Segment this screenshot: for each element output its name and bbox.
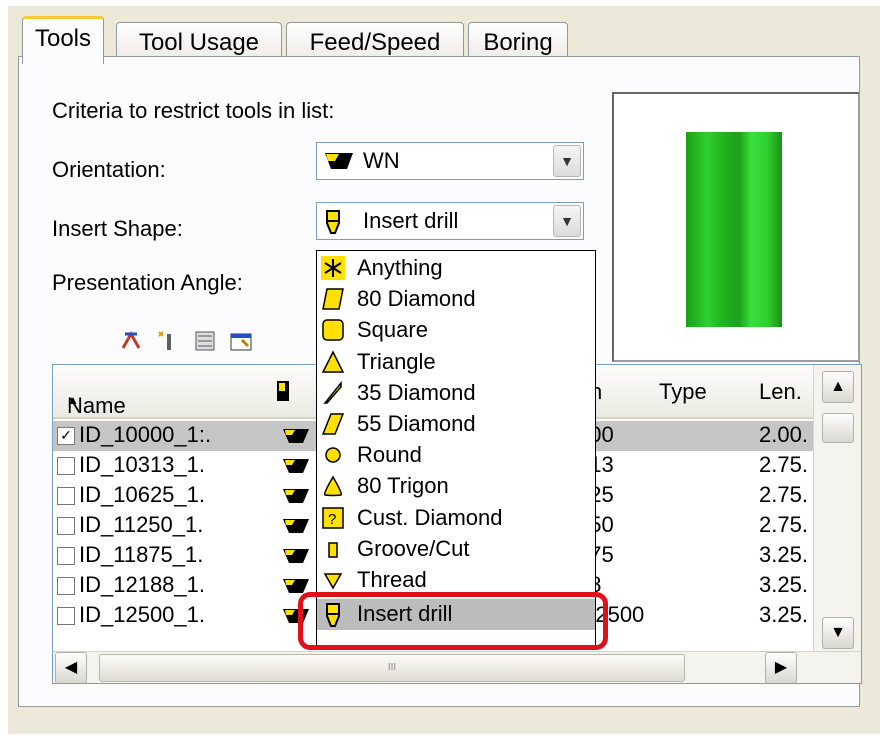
dropdown-option-label: 80 Trigon (357, 473, 449, 499)
orientation-wn-icon (281, 545, 311, 567)
dropdown-option[interactable]: 80 Trigon (317, 471, 595, 502)
row-checkbox[interactable] (57, 487, 75, 505)
orientation-wn-icon (281, 455, 311, 477)
row-checkbox[interactable]: ✓ (57, 427, 75, 445)
dropdown-option[interactable]: Triangle (317, 347, 595, 378)
dropdown-option-label: Triangle (357, 348, 436, 374)
insert-drill-icon (323, 209, 343, 242)
row-checkbox[interactable] (57, 547, 75, 565)
tool-length: 2.75. (759, 482, 808, 507)
tool-length: 3.25. (759, 572, 808, 597)
tool-preview (612, 92, 860, 362)
insert-shape-combo[interactable]: Insert drill ▼ (316, 202, 584, 240)
highlight-annotation (298, 592, 608, 650)
scroll-right-icon[interactable]: ▶ (765, 652, 797, 683)
row-checkbox[interactable] (57, 517, 75, 535)
diamond-80-icon (321, 287, 345, 311)
tool-cylinder-graphic (686, 132, 782, 327)
svg-text:?: ? (328, 511, 336, 528)
dropdown-option-label: 80 Diamond (357, 286, 476, 312)
diamond-55-icon (321, 412, 345, 436)
orientation-value: WN (363, 148, 400, 173)
dropdown-option-label: Round (357, 442, 422, 468)
column-orientation[interactable] (275, 379, 291, 409)
asterisk-icon (321, 256, 345, 280)
tool-length: 2.75. (759, 512, 808, 537)
vertical-scrollbar[interactable]: ▲ ▼ (813, 365, 861, 651)
trigon-icon (321, 474, 345, 498)
tool-name: ID_11875_1. (79, 542, 204, 567)
criteria-heading: Criteria to restrict tools in list: (52, 98, 335, 123)
tool-name: ID_11250_1. (79, 512, 204, 537)
chevron-down-icon[interactable]: ▼ (553, 145, 581, 177)
dropdown-option-label: Groove/Cut (357, 535, 470, 561)
scroll-left-icon[interactable]: ◀ (55, 652, 87, 683)
horizontal-scrollbar[interactable]: ◀ III ▶ (53, 651, 861, 683)
new-tool-icon[interactable] (154, 328, 182, 356)
tool-name: ID_12500_1. (79, 602, 205, 627)
column-length[interactable]: Len. (759, 379, 802, 405)
filter-icon[interactable] (191, 328, 219, 356)
presentation-angle-label: Presentation Angle: (52, 270, 243, 295)
orientation-wn-icon (323, 149, 357, 178)
dropdown-option-label: Cust. Diamond (357, 504, 503, 530)
dropdown-option[interactable]: Anything (317, 253, 595, 284)
properties-icon[interactable] (227, 328, 255, 356)
tool-length: 2.00. (759, 422, 808, 447)
row-checkbox[interactable] (57, 577, 75, 595)
orientation-wn-icon (281, 515, 311, 537)
triangle-icon (321, 349, 345, 374)
dropdown-option[interactable]: 55 Diamond (317, 409, 595, 440)
orientation-wn-icon (281, 485, 311, 507)
dropdown-option[interactable]: 35 Diamond (317, 378, 595, 409)
dropdown-option[interactable]: Round (317, 440, 595, 471)
dropdown-option[interactable]: 80 Diamond (317, 284, 595, 315)
square-icon (321, 318, 345, 342)
row-checkbox[interactable] (57, 607, 75, 625)
dropdown-option[interactable]: ? Cust. Diamond (317, 503, 595, 534)
custom-diamond-icon: ? (321, 506, 345, 530)
tool-name: ID_10000_1:. (79, 422, 212, 447)
round-icon (321, 443, 345, 467)
sort-icon[interactable] (118, 328, 146, 356)
orientation-wn-icon (281, 425, 311, 447)
scroll-thumb[interactable] (822, 413, 854, 443)
list-toolbar (118, 328, 259, 359)
dropdown-option-label: Thread (357, 567, 427, 592)
tool-name: ID_10625_1. (79, 482, 205, 507)
tool-length: 2.75. (759, 452, 808, 477)
hscroll-thumb[interactable]: III (99, 654, 685, 682)
scroll-down-icon[interactable]: ▼ (822, 617, 854, 649)
chevron-down-icon[interactable]: ▼ (553, 205, 581, 237)
dropdown-option[interactable]: Square (317, 315, 595, 346)
tab-tools[interactable]: Tools (22, 16, 104, 64)
dropdown-option-label: 35 Diamond (357, 379, 476, 405)
dropdown-option[interactable]: Groove/Cut (317, 534, 595, 565)
insert-shape-dropdown[interactable]: Anything 80 Diamond Square Triangle 35 Diamo… (316, 250, 596, 648)
tool-length: 3.25. (759, 542, 808, 567)
tool-name: ID_12188_1. (79, 572, 205, 597)
tool-name: ID_10313_1. (79, 452, 205, 477)
orientation-label: Orientation: (52, 157, 166, 182)
thread-icon (321, 568, 345, 592)
orientation-combo[interactable]: WN ▼ (316, 142, 584, 180)
dropdown-option-label: Square (357, 317, 428, 343)
dropdown-option-label: 55 Diamond (357, 411, 476, 436)
insert-shape-label: Insert Shape: (52, 216, 183, 241)
diamond-35-icon (321, 380, 345, 405)
row-checkbox[interactable] (57, 457, 75, 475)
insert-shape-value: Insert drill (363, 208, 459, 233)
scroll-up-icon[interactable]: ▲ (822, 371, 854, 403)
groove-icon (321, 537, 345, 561)
dropdown-option-label: Anything (357, 255, 443, 280)
tool-length: 3.25. (759, 602, 808, 627)
column-type[interactable]: Type (659, 379, 707, 405)
orientation-column-icon (277, 381, 289, 401)
sort-ascending-icon: ▲ (67, 393, 79, 407)
